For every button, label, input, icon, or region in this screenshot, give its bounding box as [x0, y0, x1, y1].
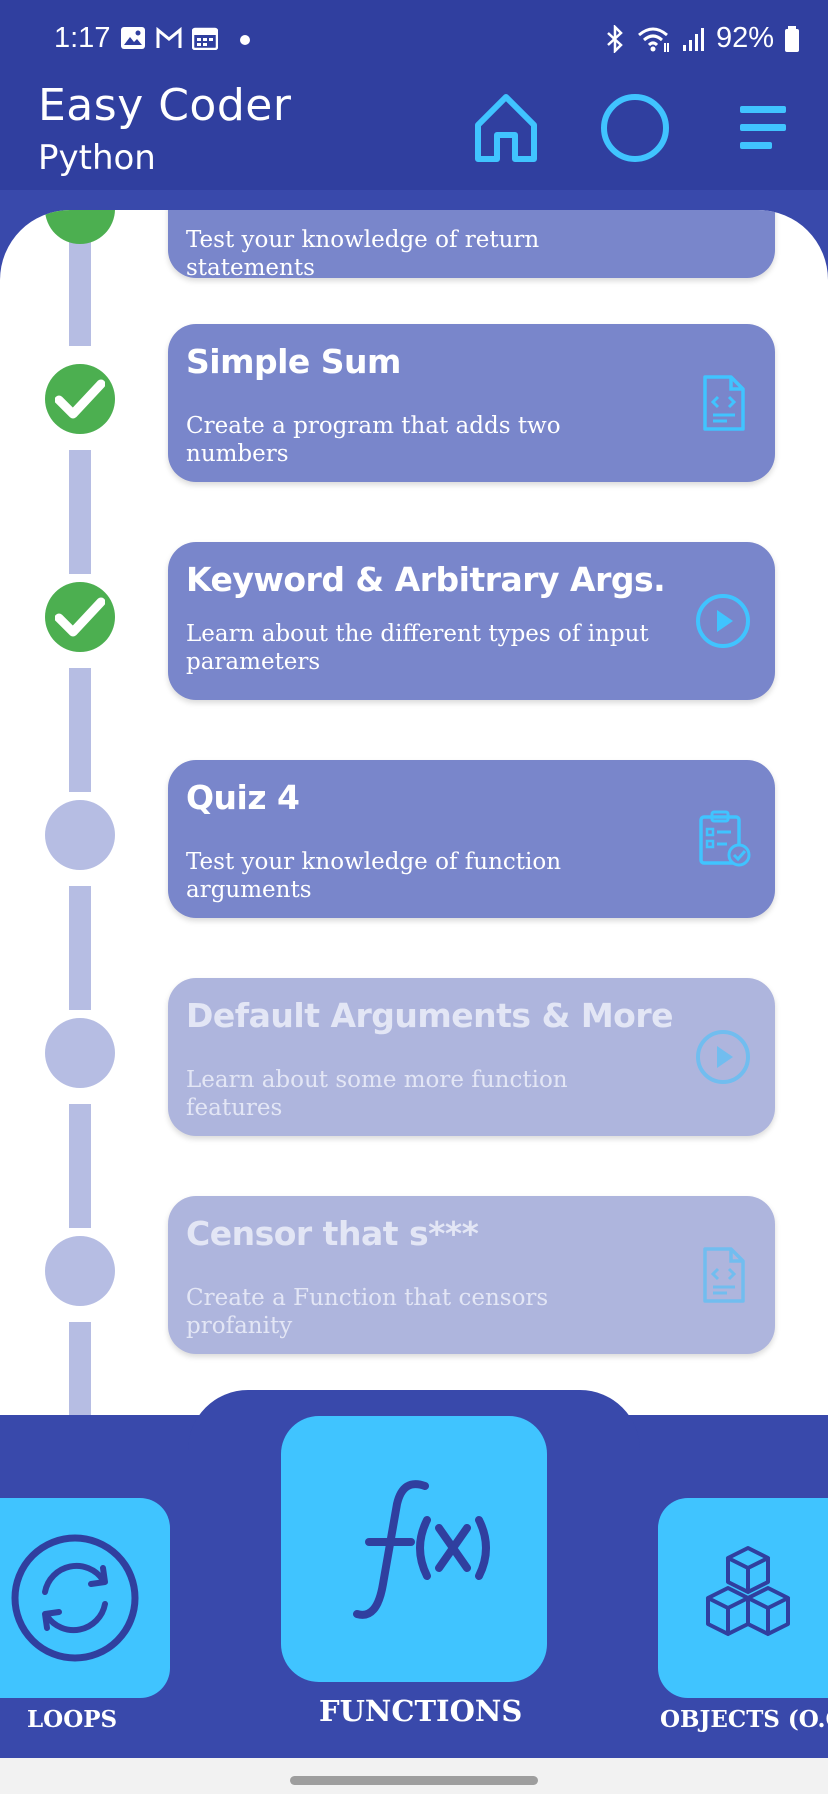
timeline-segment [69, 886, 91, 1010]
battery-percent: 92% [715, 22, 774, 54]
lesson-desc: Learn about some more function features [186, 1067, 568, 1121]
lesson-desc: Learn about the different types of input… [186, 621, 649, 675]
code-file-icon [703, 1247, 745, 1303]
quiz-icon [699, 810, 751, 867]
status-bar: 1:17 92% [0, 0, 828, 80]
progress-node-pending [45, 1236, 115, 1306]
lesson-title: Censor that s*** [186, 1214, 479, 1253]
app-title: Easy Coder [38, 80, 292, 131]
loop-icon [11, 1534, 139, 1662]
progress-node-done [45, 210, 115, 244]
play-icon [696, 594, 750, 648]
wifi-icon [637, 27, 669, 52]
notification-icons [120, 26, 218, 50]
timeline-segment [69, 668, 91, 792]
menu-button[interactable] [723, 88, 803, 168]
nav-tile-loops[interactable] [0, 1498, 170, 1698]
nav-tile-functions[interactable] [281, 1416, 547, 1682]
function-icon [353, 1480, 490, 1619]
play-icon [696, 1030, 750, 1084]
checkmark-icon [55, 597, 105, 637]
bluetooth-icon [607, 24, 623, 53]
lesson-desc: Create a Function that censors profanity [186, 1285, 549, 1339]
status-time: 1:17 [54, 22, 111, 54]
battery-icon [785, 25, 799, 52]
home-icon [475, 94, 537, 162]
timeline-segment [69, 1322, 91, 1415]
lesson-title: Simple Sum [186, 342, 401, 381]
app-header: Easy Coder Python [0, 80, 828, 190]
lesson-card-quiz-4[interactable]: Quiz 4 Test your knowledge of function a… [168, 760, 775, 918]
lesson-desc: Test your knowledge of function argument… [186, 849, 562, 903]
circle-icon [601, 94, 669, 162]
timeline-segment [69, 1104, 91, 1228]
notification-dot [240, 35, 250, 45]
lesson-card-keyword-args[interactable]: Keyword & Arbitrary Args. Learn about th… [168, 542, 775, 700]
content-area: Test your knowledge of return statements… [0, 190, 828, 1415]
menu-icon [740, 106, 786, 149]
progress-node-done [45, 364, 115, 434]
lesson-card-simple-sum[interactable]: Simple Sum Create a program that adds tw… [168, 324, 775, 482]
lesson-card-default-args[interactable]: Default Arguments & More Learn about som… [168, 978, 775, 1136]
lesson-card-quiz-3[interactable]: Test your knowledge of return statements [168, 210, 775, 281]
home-button[interactable] [466, 88, 546, 168]
progress-node-done [45, 582, 115, 652]
lesson-title: Default Arguments & More [186, 996, 674, 1035]
progress-node-pending [45, 1018, 115, 1088]
lesson-title: Quiz 4 [186, 778, 300, 817]
status-right: 92% [604, 22, 800, 55]
gallery-icon [121, 27, 145, 49]
lesson-card-censor[interactable]: Censor that s*** Create a Function that … [168, 1196, 775, 1354]
nav-tile-objects[interactable] [658, 1498, 828, 1698]
profile-button[interactable] [595, 88, 675, 168]
lesson-timeline[interactable]: Test your knowledge of return statements… [0, 210, 828, 1415]
nav-label-objects[interactable]: OBJECTS (O.O. [660, 1706, 828, 1733]
gmail-icon [156, 26, 182, 48]
cubes-icon [706, 1546, 790, 1636]
lesson-title: Keyword & Arbitrary Args. [186, 560, 666, 599]
nav-label-loops[interactable]: LOOPS [27, 1706, 117, 1733]
calendar-icon [192, 27, 218, 50]
progress-node-pending [45, 800, 115, 870]
lesson-desc: Create a program that adds two numbers [186, 413, 561, 467]
signal-icon [682, 27, 704, 51]
app-subtitle: Python [38, 138, 156, 178]
nav-label-functions[interactable]: FUNCTIONS [319, 1694, 522, 1728]
code-file-icon [703, 375, 745, 431]
home-gesture-bar[interactable] [290, 1776, 538, 1785]
checkmark-icon [55, 379, 105, 419]
lesson-desc: Test your knowledge of return statements [186, 227, 540, 281]
timeline-segment [69, 450, 91, 574]
